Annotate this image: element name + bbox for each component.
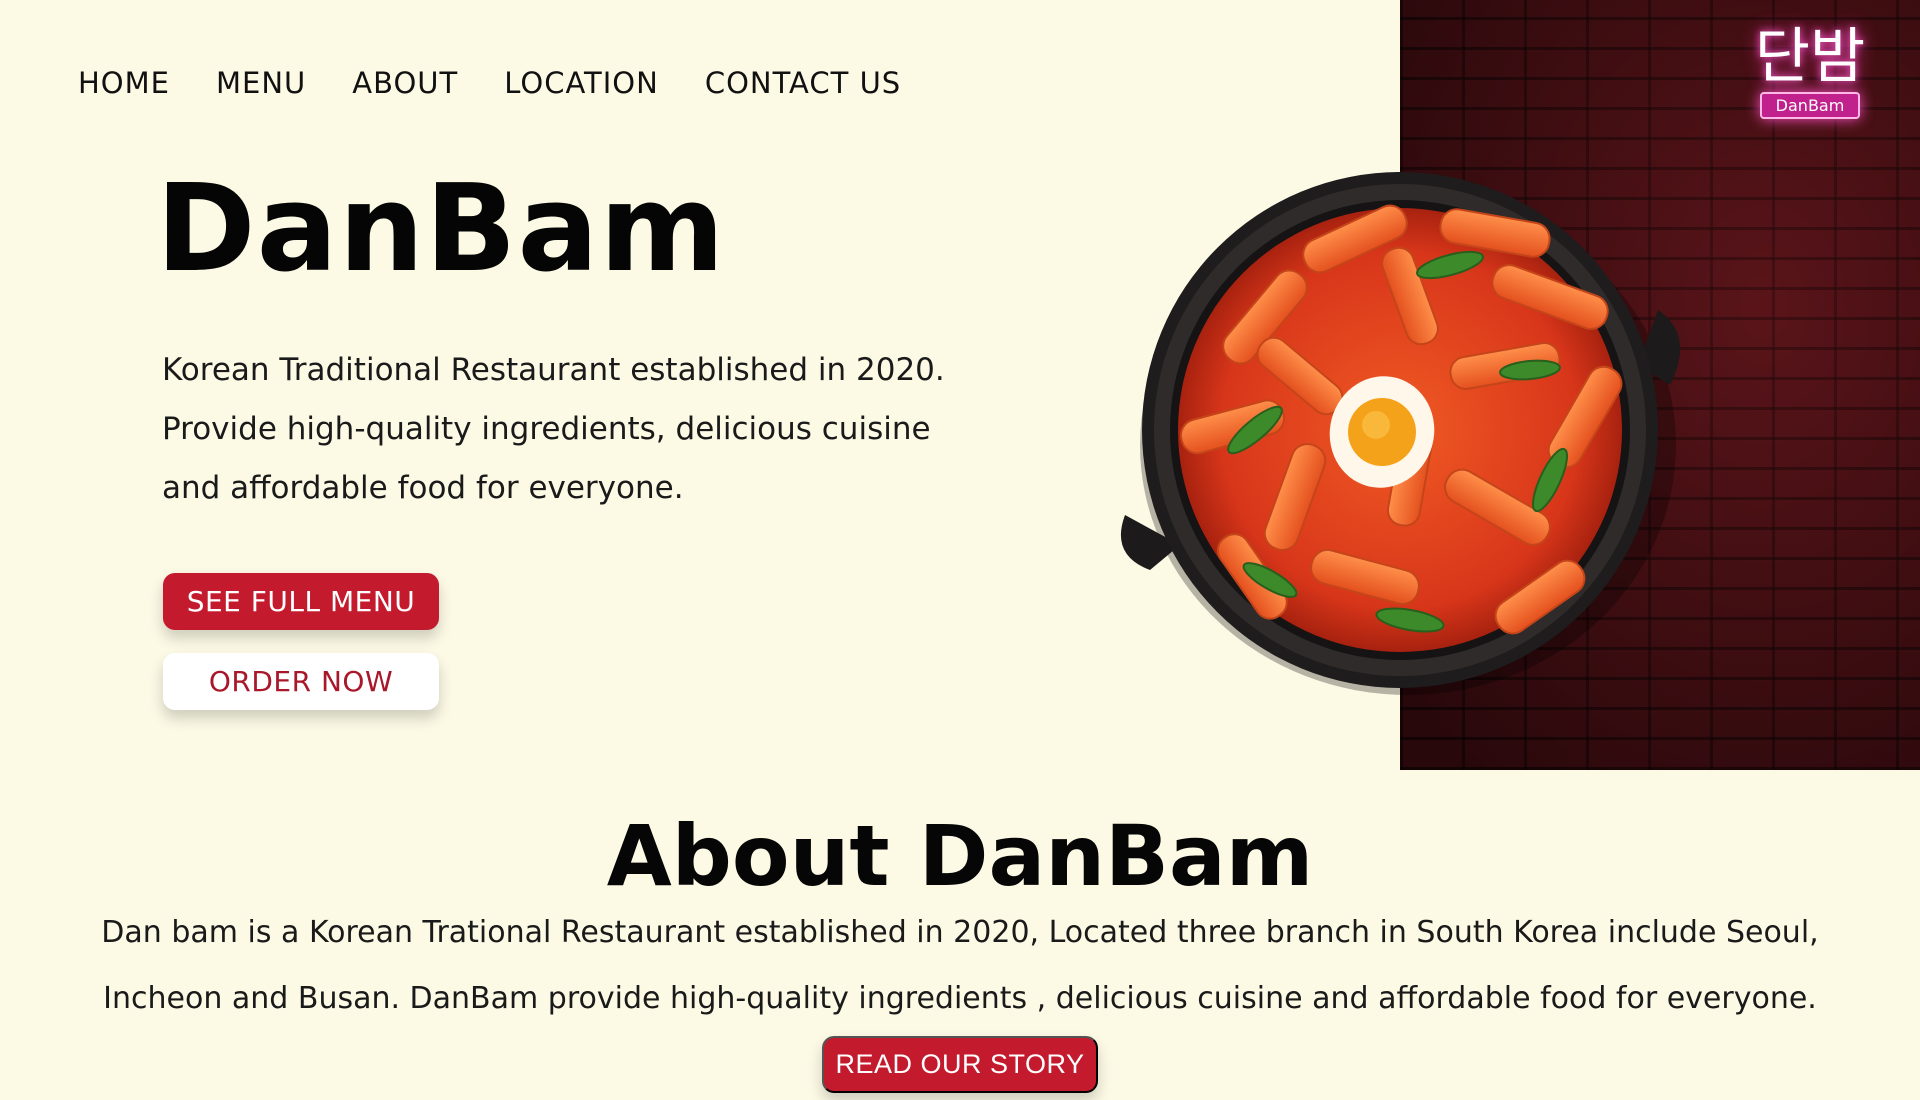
hero-title: DanBam xyxy=(156,160,726,299)
read-our-story-button[interactable]: READ OUR STORY xyxy=(822,1036,1098,1093)
hero-description: Korean Traditional Restaurant establishe… xyxy=(162,341,1022,518)
about-description-line: Incheon and Busan. DanBam provide high-q… xyxy=(103,981,1817,1016)
about-description-line: Dan bam is a Korean Trational Restaurant… xyxy=(101,915,1819,950)
danbam-logo[interactable]: 단밤 DanBam xyxy=(1745,24,1875,119)
tteokbokki-bowl-image xyxy=(1120,172,1681,695)
nav-menu[interactable]: MENU xyxy=(216,60,306,106)
hero-description-line: Korean Traditional Restaurant establishe… xyxy=(162,352,945,388)
about-title: About DanBam xyxy=(606,807,1314,905)
main-nav: HOME MENU ABOUT LOCATION CONTACT US xyxy=(78,60,947,106)
nav-location[interactable]: LOCATION xyxy=(504,60,659,106)
nav-home[interactable]: HOME xyxy=(78,60,170,106)
nav-contact-us[interactable]: CONTACT US xyxy=(705,60,901,106)
logo-korean-text: 단밤 xyxy=(1754,22,1866,92)
about-description: Dan bam is a Korean Trational Restaurant… xyxy=(0,900,1920,1032)
hero-description-line: and affordable food for everyone. xyxy=(162,470,684,506)
nav-about[interactable]: ABOUT xyxy=(352,60,458,106)
logo-english-text: DanBam xyxy=(1759,92,1861,119)
see-full-menu-button[interactable]: SEE FULL MENU xyxy=(163,573,439,630)
order-now-button[interactable]: ORDER NOW xyxy=(163,653,439,710)
hero-description-line: Provide high-quality ingredients, delici… xyxy=(162,411,931,447)
